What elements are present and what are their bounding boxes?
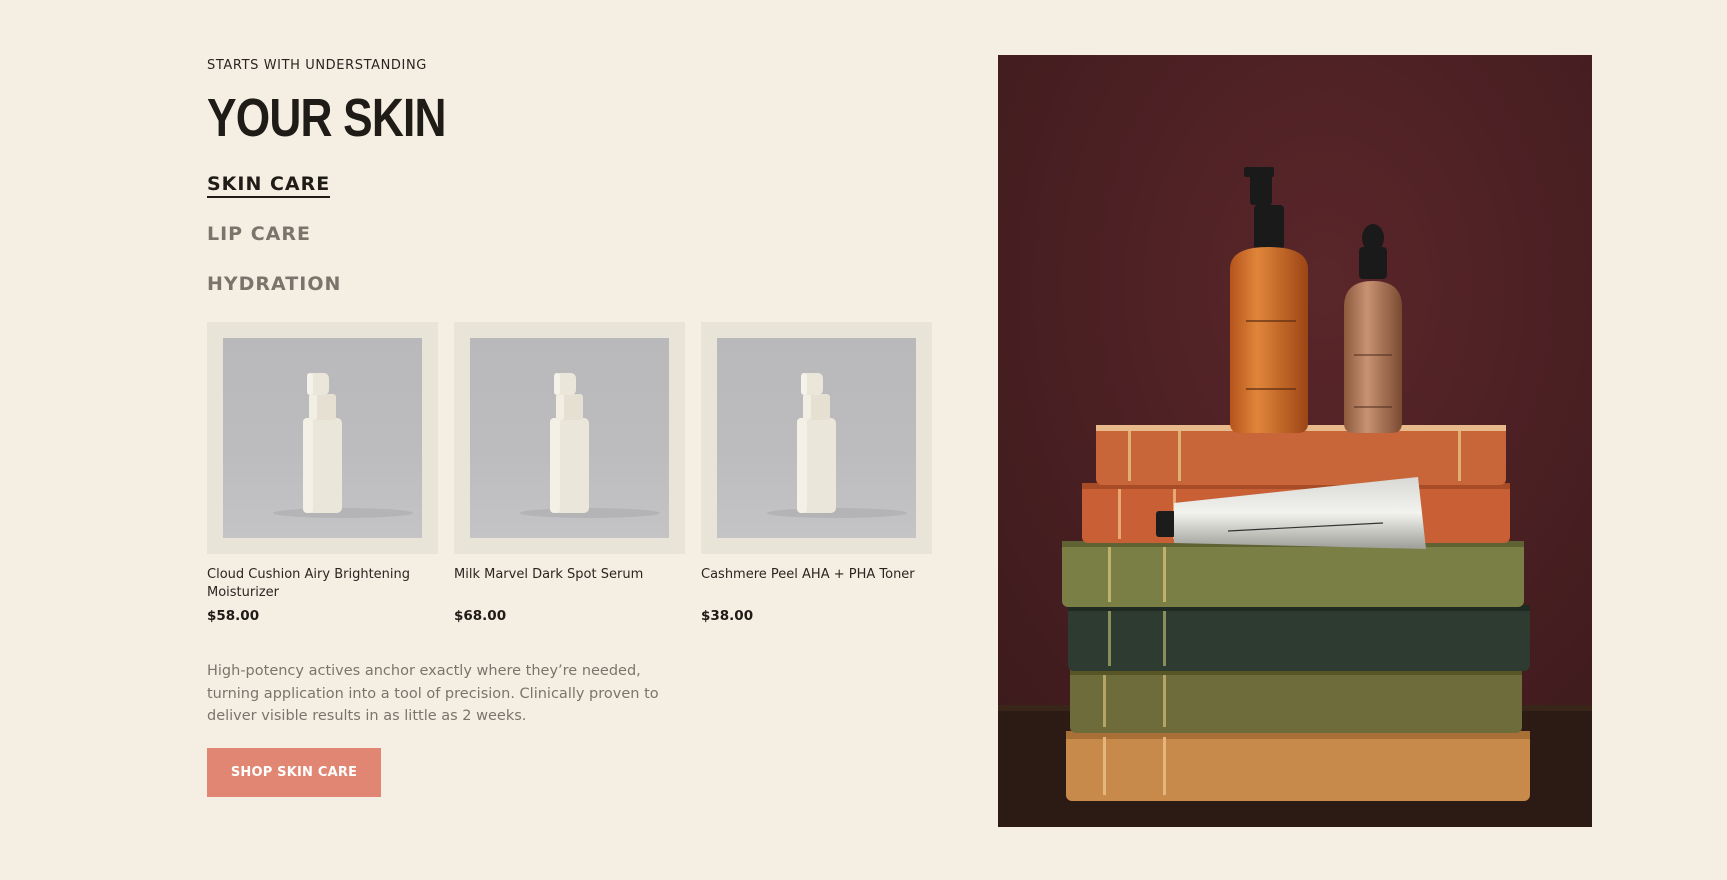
- tab-hydration[interactable]: HYDRATION: [207, 272, 341, 298]
- product-name[interactable]: Milk Marvel Dark Spot Serum: [454, 566, 685, 602]
- product-image[interactable]: [717, 338, 916, 538]
- product-image[interactable]: [223, 338, 422, 538]
- product-price: $58.00: [207, 608, 260, 624]
- product-grid: Cloud Cushion Airy Brightening Moisturiz…: [207, 322, 937, 624]
- section-headline: YOUR SKIN: [207, 88, 446, 148]
- product-image-frame: [454, 322, 685, 554]
- tab-lip-care[interactable]: LIP CARE: [207, 222, 311, 248]
- product-image-frame: [207, 322, 438, 554]
- pump-bottle-icon: [273, 373, 413, 518]
- product-image-frame: [701, 322, 932, 554]
- category-tabs: SKIN CARE LIP CARE HYDRATION: [207, 172, 937, 298]
- skin-care-section: STARTS WITH UNDERSTANDING YOUR SKIN SKIN…: [207, 58, 937, 797]
- product-price: $68.00: [454, 608, 507, 624]
- pump-bottle-icon: [520, 373, 660, 518]
- hero-image: [998, 55, 1592, 827]
- product-name[interactable]: Cashmere Peel AHA + PHA Toner: [701, 566, 932, 602]
- product-name[interactable]: Cloud Cushion Airy Brightening Moisturiz…: [207, 566, 438, 602]
- pump-bottle-icon: [767, 373, 907, 518]
- product-image[interactable]: [470, 338, 669, 538]
- tab-skin-care[interactable]: SKIN CARE: [207, 172, 331, 198]
- product-card[interactable]: Cashmere Peel AHA + PHA Toner $38.00: [701, 322, 932, 624]
- book-stack: [1062, 425, 1530, 801]
- shop-skin-care-button[interactable]: SHOP SKIN CARE: [207, 747, 381, 797]
- section-description: High-potency actives anchor exactly wher…: [207, 663, 659, 724]
- product-card[interactable]: Cloud Cushion Airy Brightening Moisturiz…: [207, 322, 438, 624]
- hero-photo-illustration: [998, 55, 1592, 827]
- section-eyebrow: STARTS WITH UNDERSTANDING: [207, 58, 427, 73]
- product-price: $38.00: [701, 608, 754, 624]
- product-card[interactable]: Milk Marvel Dark Spot Serum $68.00: [454, 322, 685, 624]
